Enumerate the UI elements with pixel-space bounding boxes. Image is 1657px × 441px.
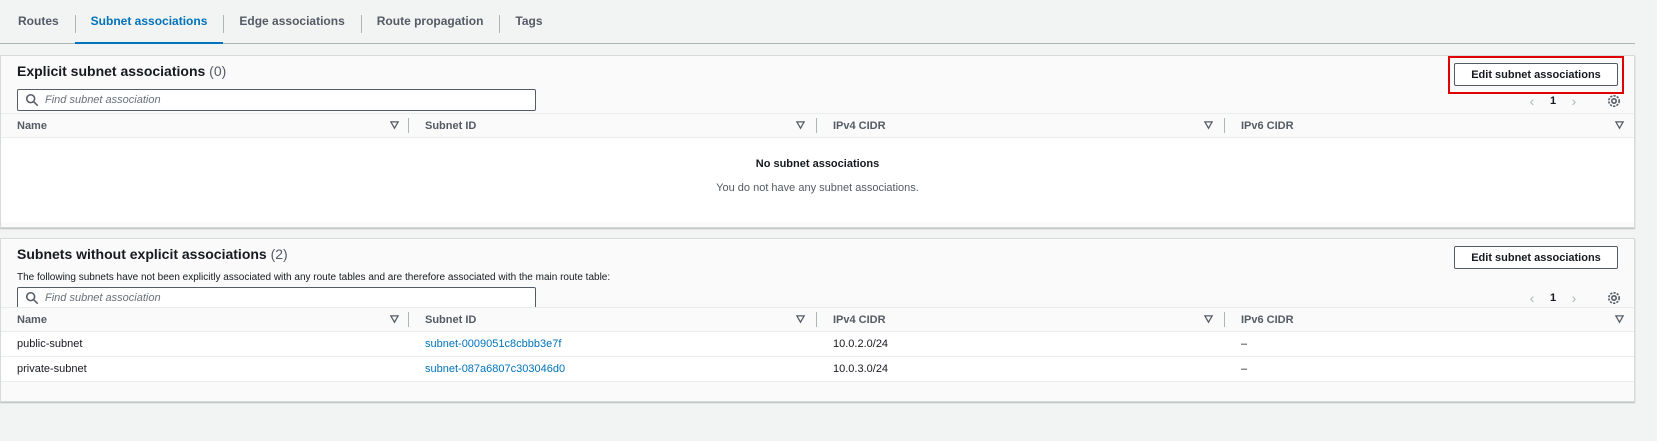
tab-subnet-associations[interactable]: Subnet associations xyxy=(74,0,224,44)
column-label: IPv6 CIDR xyxy=(1241,313,1294,326)
column-header-ipv4-cidr[interactable]: IPv4 CIDR xyxy=(817,113,1225,138)
column-header-name[interactable]: Name xyxy=(1,113,409,138)
column-label: Name xyxy=(17,119,47,132)
column-label: IPv4 CIDR xyxy=(833,119,886,132)
sort-caret-icon[interactable] xyxy=(1615,315,1624,324)
table-body: public-subnet subnet-0009051c8cbbb3e7f 1… xyxy=(1,332,1634,382)
edit-subnet-associations-button[interactable]: Edit subnet associations xyxy=(1454,63,1618,86)
cell-ipv6-cidr: – xyxy=(1241,338,1248,350)
search-icon xyxy=(25,291,39,305)
column-header-ipv4-cidr[interactable]: IPv4 CIDR xyxy=(817,307,1225,332)
settings-gear-icon[interactable] xyxy=(1606,290,1622,306)
prev-page-icon[interactable]: ‹ xyxy=(1522,290,1542,306)
sort-caret-icon[interactable] xyxy=(1204,121,1213,130)
pagination: ‹ 1 › xyxy=(1522,93,1622,109)
tab-routes[interactable]: Routes xyxy=(0,0,75,43)
pagination: ‹ 1 › xyxy=(1522,290,1622,306)
panel-title: Subnets without explicit associations (2… xyxy=(17,246,288,262)
column-header-name[interactable]: Name xyxy=(1,307,409,332)
sort-caret-icon[interactable] xyxy=(1204,315,1213,324)
sort-caret-icon[interactable] xyxy=(390,315,399,324)
column-header-ipv6-cidr[interactable]: IPv6 CIDR xyxy=(1225,113,1634,138)
column-label: IPv4 CIDR xyxy=(833,313,886,326)
sort-caret-icon[interactable] xyxy=(796,315,805,324)
column-header-subnet-id[interactable]: Subnet ID xyxy=(409,307,817,332)
next-page-icon[interactable]: › xyxy=(1564,93,1584,109)
tab-route-propagation[interactable]: Route propagation xyxy=(360,0,500,43)
cell-ipv4-cidr: 10.0.3.0/24 xyxy=(833,363,889,375)
search-input[interactable]: Find subnet association xyxy=(17,89,536,111)
panel-title-text: Explicit subnet associations xyxy=(17,63,206,79)
search-placeholder: Find subnet association xyxy=(45,292,161,304)
column-header-subnet-id[interactable]: Subnet ID xyxy=(409,113,817,138)
table-header: Name Subnet ID IPv4 CIDR IPv6 CIDR xyxy=(1,113,1634,138)
table-empty-state: No subnet associations You do not have a… xyxy=(1,138,1634,222)
tab-tags[interactable]: Tags xyxy=(499,0,558,43)
cell-subnet-id-link[interactable]: subnet-087a6807c303046d0 xyxy=(409,363,817,375)
search-placeholder: Find subnet association xyxy=(45,94,161,106)
column-label: Name xyxy=(17,313,47,326)
cell-ipv6-cidr: – xyxy=(1241,363,1248,375)
column-header-ipv6-cidr[interactable]: IPv6 CIDR xyxy=(1225,307,1634,332)
cell-ipv4-cidr: 10.0.2.0/24 xyxy=(833,338,889,350)
table-row[interactable]: private-subnet subnet-087a6807c303046d0 … xyxy=(1,357,1634,382)
cell-subnet-id-link[interactable]: subnet-0009051c8cbbb3e7f xyxy=(409,338,817,350)
search-input[interactable]: Find subnet association xyxy=(17,287,536,309)
page-number[interactable]: 1 xyxy=(1542,95,1564,107)
page-number[interactable]: 1 xyxy=(1542,292,1564,304)
column-label: IPv6 CIDR xyxy=(1241,119,1294,132)
cell-name: private-subnet xyxy=(17,363,87,375)
prev-page-icon[interactable]: ‹ xyxy=(1522,93,1542,109)
next-page-icon[interactable]: › xyxy=(1564,290,1584,306)
column-label: Subnet ID xyxy=(425,313,477,326)
column-label: Subnet ID xyxy=(425,119,477,132)
panel-count: (0) xyxy=(209,63,227,79)
explicit-associations-panel: Explicit subnet associations (0) Edit su… xyxy=(0,55,1635,228)
tab-edge-associations[interactable]: Edge associations xyxy=(223,0,360,43)
table-row[interactable]: public-subnet subnet-0009051c8cbbb3e7f 1… xyxy=(1,332,1634,357)
panel-count: (2) xyxy=(270,246,288,262)
empty-title: No subnet associations xyxy=(755,158,880,170)
empty-message: You do not have any subnet associations. xyxy=(716,182,919,194)
table-header: Name Subnet ID IPv4 CIDR IPv6 CIDR xyxy=(1,307,1634,332)
cell-name: public-subnet xyxy=(17,338,83,350)
panel-description: The following subnets have not been expl… xyxy=(17,272,611,283)
sort-caret-icon[interactable] xyxy=(796,121,805,130)
panel-title-text: Subnets without explicit associations xyxy=(17,246,267,262)
implicit-associations-panel: Subnets without explicit associations (2… xyxy=(0,238,1635,402)
sort-caret-icon[interactable] xyxy=(1615,121,1624,130)
tab-bar: Routes Subnet associations Edge associat… xyxy=(0,0,1635,44)
search-icon xyxy=(25,93,39,107)
panel-title: Explicit subnet associations (0) xyxy=(17,63,226,79)
settings-gear-icon[interactable] xyxy=(1606,93,1622,109)
sort-caret-icon[interactable] xyxy=(390,121,399,130)
edit-subnet-associations-button[interactable]: Edit subnet associations xyxy=(1454,246,1618,269)
